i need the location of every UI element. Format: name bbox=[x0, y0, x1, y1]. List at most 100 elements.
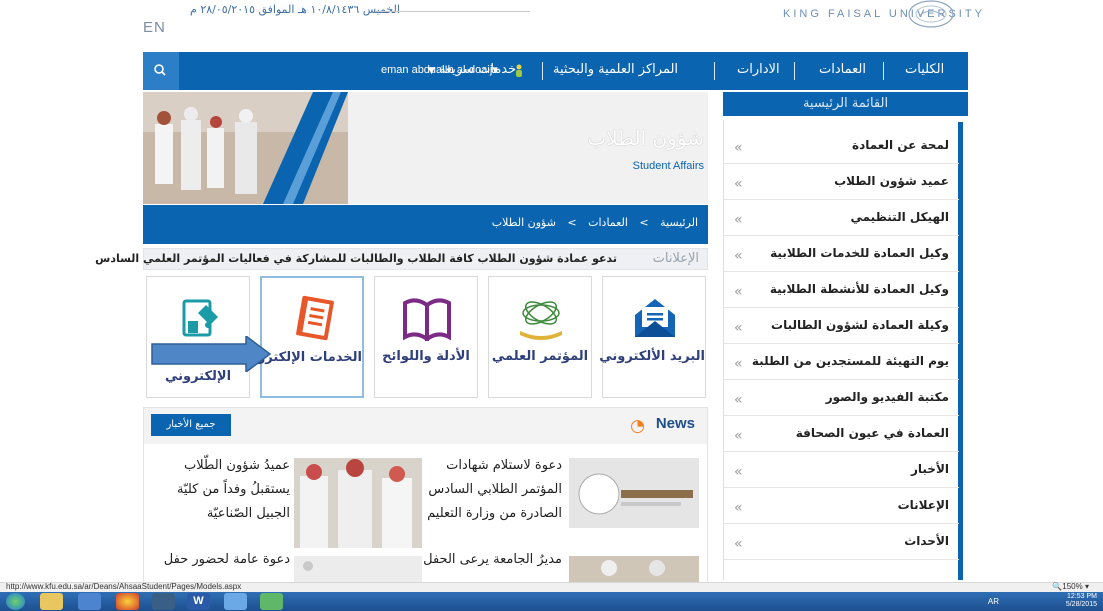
tile-label: الخدمات الإلكترونية bbox=[239, 350, 362, 365]
sidebar-item-about[interactable]: لمحة عن العمادة « bbox=[724, 130, 959, 164]
start-button[interactable] bbox=[6, 593, 25, 610]
app-icon[interactable] bbox=[78, 593, 101, 610]
all-news-button[interactable]: جميع الأخبار bbox=[151, 414, 231, 436]
app-icon[interactable] bbox=[152, 593, 175, 610]
mail-icon bbox=[635, 299, 675, 337]
nav-departments[interactable]: الادارات bbox=[737, 62, 780, 77]
sidebar-item-label: لمحة عن العمادة bbox=[851, 138, 949, 152]
zoom-value: 150% bbox=[1062, 582, 1083, 591]
sidebar-item-events[interactable]: الأحداث « bbox=[724, 526, 959, 560]
sidebar-item-label: وكيلة العمادة لشؤون الطالبات bbox=[771, 318, 949, 332]
double-chevron-left-icon: « bbox=[734, 248, 743, 264]
nav-divider bbox=[794, 62, 795, 80]
nav-research-centers[interactable]: المراكز العلمية والبحثية bbox=[553, 62, 678, 77]
double-chevron-left-icon: « bbox=[734, 392, 743, 408]
search-icon bbox=[154, 64, 166, 76]
nav-colleges[interactable]: الكليات bbox=[905, 62, 944, 77]
sidebar-title: القائمة الرئيسية bbox=[723, 92, 968, 116]
banner-photo bbox=[143, 92, 348, 204]
system-clock[interactable]: 12:53 PM 5/28/2015 bbox=[1066, 593, 1097, 609]
chevron-down-icon: ▼ bbox=[428, 66, 435, 76]
sidebar-menu: لمحة عن العمادة « عميد شؤون الطلاب « الهيك… bbox=[723, 120, 963, 580]
banner-subtitle: Student Affairs bbox=[632, 160, 704, 172]
news-image[interactable] bbox=[569, 458, 699, 528]
header-date: الخميس ١٠/٨/١٤٣٦ هـ الموافق ٢٨/٠٥/٢٠١٥ م bbox=[190, 3, 400, 16]
internet-explorer-icon[interactable] bbox=[224, 593, 247, 610]
nav-divider bbox=[883, 62, 884, 80]
nav-divider bbox=[542, 62, 543, 80]
sidebar-item-org-structure[interactable]: الهيكل التنظيمي « bbox=[724, 202, 959, 236]
breadcrumb-bar: الرئيسية > العمادات > شؤون الطلاب bbox=[143, 205, 708, 244]
sidebar-item-label: الهيكل التنظيمي bbox=[850, 210, 950, 224]
clock-date: 5/28/2015 bbox=[1065, 601, 1097, 608]
chrome-icon[interactable] bbox=[116, 593, 139, 610]
double-chevron-left-icon: « bbox=[734, 284, 743, 300]
sidebar-item-announcements[interactable]: الإعلانات « bbox=[724, 490, 959, 524]
search-button[interactable] bbox=[143, 52, 179, 90]
tile-email[interactable]: البريد الألكتروني bbox=[599, 276, 706, 398]
double-chevron-left-icon: « bbox=[734, 428, 743, 444]
breadcrumb-current: شؤون الطلاب bbox=[491, 216, 556, 229]
news-header: News ◔ جميع الأخبار bbox=[144, 408, 707, 444]
double-chevron-left-icon: « bbox=[734, 176, 743, 192]
sidebar-item-label: الأحداث bbox=[904, 534, 949, 548]
conference-icon bbox=[520, 301, 562, 340]
double-chevron-left-icon: « bbox=[734, 320, 743, 336]
double-chevron-left-icon: « bbox=[734, 212, 743, 228]
tile-eservices[interactable]: الخدمات الإلكترونية bbox=[239, 276, 364, 398]
file-explorer-icon[interactable] bbox=[40, 593, 63, 610]
news-image[interactable] bbox=[294, 556, 422, 584]
pointer-arrow-icon bbox=[151, 336, 272, 372]
tile-label: المؤتمر العلمي bbox=[491, 349, 589, 364]
tile-guides[interactable]: الأدلة واللوائح bbox=[374, 276, 478, 398]
university-logo-icon[interactable] bbox=[905, 0, 957, 30]
sidebar-item-label: وكيل العمادة للخدمات الطلابية bbox=[770, 246, 949, 260]
sidebar-item-vice-services[interactable]: وكيل العمادة للخدمات الطلابية « bbox=[724, 238, 959, 272]
language-link[interactable]: EN bbox=[143, 19, 166, 36]
browser-status-bar: http://www.kfu.edu.sa/ar/Deans/AhsaaStud… bbox=[0, 582, 1103, 592]
nav-deanships[interactable]: العمادات bbox=[819, 62, 866, 77]
sidebar-item-label: الإعلانات bbox=[897, 498, 949, 512]
sidebar-item-label: الأخبار bbox=[910, 462, 949, 476]
news-thumbnail bbox=[569, 556, 699, 584]
language-indicator[interactable]: AR bbox=[988, 597, 999, 606]
sidebar-item-label: يوم التهيئة للمستجدين من الطلبة bbox=[751, 354, 949, 368]
news-item-2[interactable]: عميدُ شؤون الطّلاب يستقبلُ وفداً من كليّ… bbox=[148, 454, 290, 526]
news-section: News ◔ جميع الأخبار دعوة لاستلام شهادات … bbox=[143, 407, 708, 584]
word-icon[interactable]: W bbox=[187, 593, 210, 610]
os-taskbar: W AR 12:53 PM 5/28/2015 bbox=[0, 592, 1103, 611]
sidebar-item-orientation[interactable]: يوم التهيئة للمستجدين من الطلبة « bbox=[724, 346, 959, 380]
sidebar-item-press[interactable]: العمادة في عيون الصحافة « bbox=[724, 418, 959, 452]
announcement-label: الإعلانات bbox=[652, 251, 699, 266]
tile-conference[interactable]: المؤتمر العلمي bbox=[488, 276, 592, 398]
sidebar-item-dean[interactable]: عميد شؤون الطلاب « bbox=[724, 166, 959, 200]
sidebar-item-label: وكيل العمادة للأنشطة الطلابية bbox=[769, 282, 949, 296]
double-chevron-left-icon: « bbox=[734, 536, 743, 552]
eform-icon bbox=[182, 299, 218, 337]
news-image[interactable] bbox=[294, 458, 422, 548]
nav-quick-services[interactable]: خدمات سريعة ▼ bbox=[428, 62, 516, 77]
nav-divider bbox=[714, 62, 715, 80]
sidebar-item-media-library[interactable]: مكتبة الفيديو والصور « bbox=[724, 382, 959, 416]
breadcrumb-home[interactable]: الرئيسية bbox=[660, 216, 698, 229]
double-chevron-left-icon: « bbox=[734, 356, 743, 372]
sidebar-item-vice-female[interactable]: وكيلة العمادة لشؤون الطالبات « bbox=[724, 310, 959, 344]
news-item-3[interactable]: مديرُ الجامعة يرعى الحفل bbox=[414, 548, 562, 572]
rss-icon[interactable]: ◔ bbox=[630, 416, 645, 436]
announcement-text[interactable]: تدعو عمادة شؤون الطلاب كافة الطلاب والطا… bbox=[95, 252, 617, 265]
sidebar-item-label: عميد شؤون الطلاب bbox=[834, 174, 949, 188]
book-icon bbox=[403, 298, 451, 341]
news-image[interactable] bbox=[569, 556, 699, 584]
app-icon[interactable] bbox=[260, 593, 283, 610]
sidebar-item-news[interactable]: الأخبار « bbox=[724, 454, 959, 488]
tile-label: البريد الألكتروني bbox=[599, 349, 705, 364]
news-title: News bbox=[655, 415, 695, 432]
news-item-1[interactable]: دعوة لاستلام شهادات المؤتمر الطلابي السا… bbox=[414, 454, 562, 526]
breadcrumb-separator: > bbox=[639, 216, 649, 229]
double-chevron-left-icon: « bbox=[734, 464, 743, 480]
status-url: http://www.kfu.edu.sa/ar/Deans/AhsaaStud… bbox=[6, 582, 242, 591]
breadcrumb-deans[interactable]: العمادات bbox=[588, 216, 628, 229]
sidebar-item-vice-activities[interactable]: وكيل العمادة للأنشطة الطلابية « bbox=[724, 274, 959, 308]
news-item-4[interactable]: دعوة عامة لحضور حفل bbox=[148, 548, 290, 572]
zoom-level[interactable]: 🔍150% ▾ bbox=[1052, 582, 1089, 591]
